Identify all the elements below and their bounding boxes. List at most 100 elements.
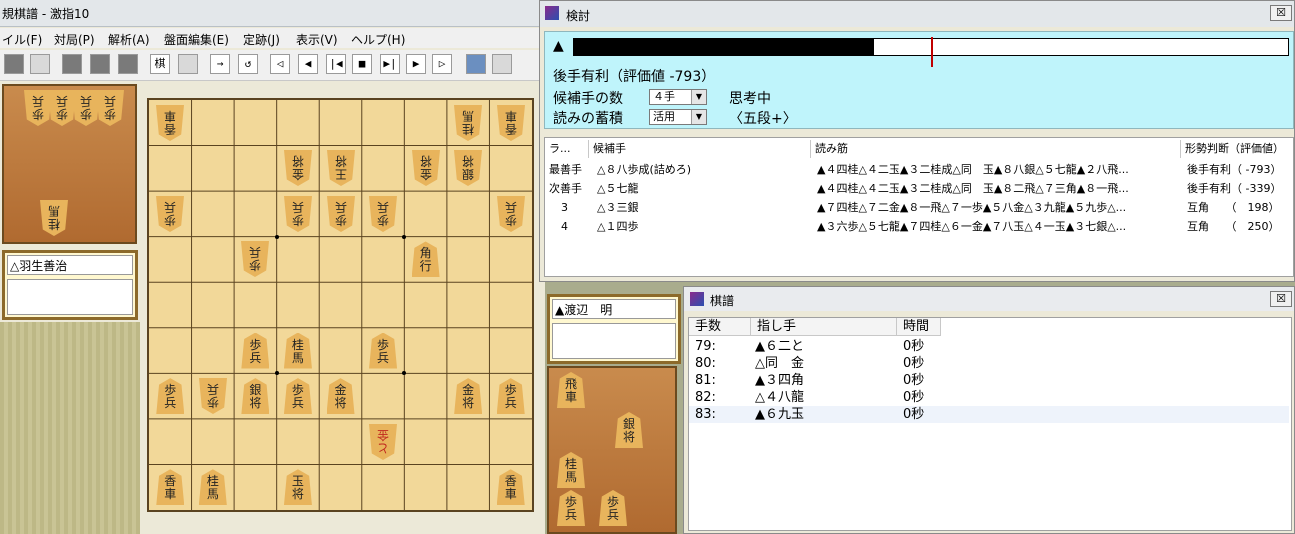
store-select[interactable]: 活用 ▼ xyxy=(649,109,707,125)
shogi-piece[interactable]: 銀 将 xyxy=(615,412,643,448)
shogi-piece[interactable]: 歩 兵 xyxy=(557,490,585,526)
shogi-piece[interactable]: 金 将 xyxy=(326,378,355,415)
table-row[interactable]: 最善手 △８八歩成(詰めろ) ▲４四桂△４二玉▲３二桂成△同 玉▲８八銀△５七龍… xyxy=(545,160,1293,179)
shogi-piece[interactable]: 桂 馬 xyxy=(40,200,68,236)
shogi-piece[interactable]: 香 車 xyxy=(156,105,184,141)
step-forward-icon[interactable]: ▶| xyxy=(380,54,400,74)
table-row[interactable]: 4 △１四歩 ▲３六歩△５七龍▲７四桂△６一金▲７八玉△４一玉▲３七銀△... … xyxy=(545,217,1293,236)
shogi-piece[interactable]: と 金 xyxy=(369,424,397,460)
shogi-piece[interactable]: 香 車 xyxy=(496,469,525,506)
evaluation-marker xyxy=(931,37,933,67)
col-move-number[interactable]: 手数 xyxy=(689,318,751,336)
shogi-piece[interactable]: 歩 兵 xyxy=(241,332,270,369)
menu-board-edit[interactable]: 盤面編集(E) xyxy=(164,31,229,48)
print-icon[interactable] xyxy=(178,54,198,74)
first-move-icon[interactable]: ◁ xyxy=(270,54,290,74)
shogi-piece[interactable]: 金 将 xyxy=(284,150,312,186)
list-item[interactable]: 81: ▲３四角 0秒 xyxy=(689,372,1289,389)
shogi-piece[interactable]: 歩 兵 xyxy=(599,490,627,526)
shogi-piece[interactable]: 銀 将 xyxy=(454,150,482,186)
menu-analysis[interactable]: 解析(A) xyxy=(108,31,150,48)
shogi-piece[interactable]: 角 行 xyxy=(411,241,440,278)
piece-label: 桂 馬 xyxy=(564,457,577,484)
toolbar: 棋 → ↺ ◁ ◀ |◀ ■ ▶| ▶ ▷ xyxy=(0,50,545,81)
piece-label: 歩 兵 xyxy=(249,337,262,365)
save-icon[interactable] xyxy=(62,54,82,74)
shogi-piece[interactable]: 桂 馬 xyxy=(283,332,312,369)
list-item[interactable]: 82: △４八龍 0秒 xyxy=(689,389,1289,406)
shogi-piece[interactable]: 飛 車 xyxy=(557,372,585,408)
help-icon[interactable] xyxy=(492,54,512,74)
shogi-piece[interactable]: 歩 兵 xyxy=(283,378,312,415)
shogi-piece[interactable]: 桂 馬 xyxy=(557,452,585,488)
flip-icon[interactable]: → xyxy=(210,54,230,74)
col-move[interactable]: 候補手 xyxy=(589,140,811,158)
piece-label: 銀 将 xyxy=(249,383,262,411)
candidate-count-select[interactable]: ４手 ▼ xyxy=(649,89,707,105)
shogi-piece[interactable]: 歩 兵 xyxy=(369,196,397,232)
shogi-piece[interactable]: 歩 兵 xyxy=(327,196,355,232)
shogi-piece[interactable]: 香 車 xyxy=(497,105,525,141)
move-text: ▲３四角 xyxy=(755,373,804,388)
thinking-status: 思考中 xyxy=(729,91,771,107)
shogi-piece[interactable]: 歩 兵 xyxy=(96,90,124,126)
shogi-piece[interactable]: 金 将 xyxy=(412,150,440,186)
candidate-count-value: ４手 xyxy=(653,90,675,103)
new-icon[interactable] xyxy=(4,54,24,74)
step-back-icon[interactable]: |◀ xyxy=(326,54,346,74)
window-title: 規棋譜 - 激指10 xyxy=(2,7,90,21)
shogi-piece[interactable]: 歩 兵 xyxy=(241,241,269,277)
shogi-piece[interactable]: 歩 兵 xyxy=(284,196,312,232)
evaluation-bar xyxy=(573,37,1289,67)
col-rank[interactable]: ラ... xyxy=(545,140,589,158)
shogi-piece[interactable]: 歩 兵 xyxy=(496,378,525,415)
menu-game[interactable]: 対局(P) xyxy=(54,31,95,48)
next-move-icon[interactable]: ▶ xyxy=(406,54,426,74)
menu-help[interactable]: ヘルプ(H) xyxy=(351,31,405,48)
col-judge[interactable]: 形勢判断（評価値） xyxy=(1181,140,1293,158)
shogi-piece[interactable]: 歩 兵 xyxy=(497,196,525,232)
prev-move-icon[interactable]: ◀ xyxy=(298,54,318,74)
shogi-piece[interactable]: 玉 将 xyxy=(283,469,312,506)
undo-icon[interactable]: ↺ xyxy=(238,54,258,74)
move-text: △４八龍 xyxy=(755,390,804,405)
menu-file[interactable]: イル(F) xyxy=(2,31,42,48)
kifu-close-button[interactable]: ☒ xyxy=(1270,291,1292,307)
shogi-piece[interactable]: 桂 馬 xyxy=(454,105,482,141)
shogi-piece[interactable]: 銀 将 xyxy=(241,378,270,415)
analysis-close-button[interactable]: ☒ xyxy=(1270,5,1292,21)
shogi-piece[interactable]: 歩 兵 xyxy=(199,378,227,414)
row-judge: 互角 （ 198） xyxy=(1187,201,1280,214)
table-row[interactable]: 3 △３三銀 ▲７四桂△７二金▲８一飛△７一歩▲５八金△３九龍▲５九歩△... … xyxy=(545,198,1293,217)
shogi-piece[interactable]: 香 車 xyxy=(156,469,185,506)
piece-label: 歩 兵 xyxy=(377,199,390,227)
list-item[interactable]: 79: ▲６二と 0秒 xyxy=(689,338,1289,355)
shogi-piece[interactable]: 歩 兵 xyxy=(369,332,398,369)
menu-joseki[interactable]: 定跡(J) xyxy=(243,31,280,48)
open-icon[interactable] xyxy=(30,54,50,74)
col-line[interactable]: 読み筋 xyxy=(811,140,1181,158)
shogi-piece[interactable]: 金 将 xyxy=(454,378,483,415)
row-judge: 互角 （ 250） xyxy=(1187,220,1280,233)
paste-icon[interactable] xyxy=(118,54,138,74)
display-icon[interactable] xyxy=(466,54,486,74)
col-move-text[interactable]: 指し手 xyxy=(751,318,897,336)
col-time[interactable]: 時間 xyxy=(897,318,941,336)
list-item-selected[interactable]: 83: ▲６九玉 0秒 xyxy=(689,406,1289,423)
shogi-piece[interactable]: 歩 兵 xyxy=(156,378,185,415)
kifu-list: 手数 指し手 時間 79: ▲６二と 0秒 80: △同 金 0秒 81: ▲３… xyxy=(688,317,1292,531)
shogi-piece[interactable]: 桂 馬 xyxy=(198,469,227,506)
list-item[interactable]: 80: △同 金 0秒 xyxy=(689,355,1289,372)
kifu-icon[interactable]: 棋 xyxy=(150,54,170,74)
candidate-count-label: 候補手の数 xyxy=(553,91,623,107)
table-row[interactable]: 次善手 △５七龍 ▲４四桂△４二玉▲３二桂成△同 玉▲８二飛△７三角▲８一飛..… xyxy=(545,179,1293,198)
shogi-piece[interactable]: 歩 兵 xyxy=(156,196,184,232)
copy-icon[interactable] xyxy=(90,54,110,74)
shogi-board[interactable]: 香 車桂 馬香 車金 将王 将金 将銀 将歩 兵歩 兵歩 兵歩 兵歩 兵歩 兵角… xyxy=(147,98,534,512)
menu-view[interactable]: 表示(V) xyxy=(296,31,338,48)
piece-label: 香 車 xyxy=(164,474,177,502)
engine-level: 〈五段+〉 xyxy=(729,111,797,127)
shogi-piece[interactable]: 王 将 xyxy=(327,150,355,186)
stop-icon[interactable]: ■ xyxy=(352,54,372,74)
last-move-icon[interactable]: ▷ xyxy=(432,54,452,74)
